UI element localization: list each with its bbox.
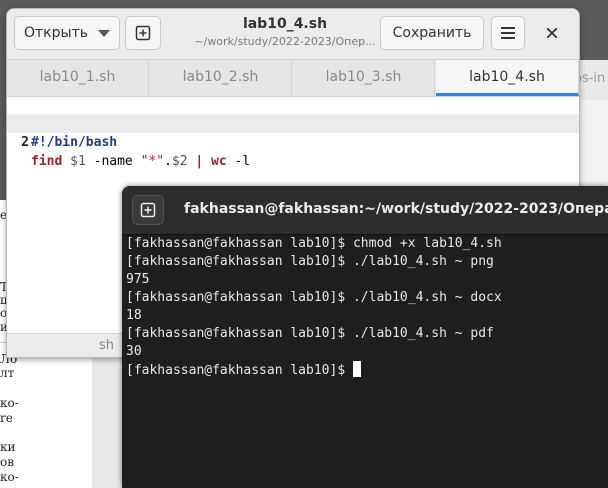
code-plain: -l xyxy=(226,154,251,169)
background-gutter xyxy=(92,355,122,488)
variable: $1 xyxy=(62,154,94,169)
open-label: Открыть xyxy=(24,25,88,41)
close-button[interactable] xyxy=(535,16,569,50)
tab-lab10-1[interactable]: lab10_1.sh xyxy=(7,60,149,96)
save-button[interactable]: Сохранить xyxy=(380,16,484,50)
terminal-prompt-line: [fakhassan@fakhassan lab10]$ xyxy=(126,361,606,379)
terminal-line: 30 xyxy=(126,344,142,359)
background-doc-text: ко- xyxy=(0,470,19,484)
tab-label: lab10_4.sh xyxy=(469,69,545,85)
save-label: Сохранить xyxy=(392,25,472,41)
keyword: find xyxy=(31,154,63,169)
terminal-cursor xyxy=(352,361,361,377)
new-document-button[interactable] xyxy=(125,16,161,50)
window-subtitle: ~/work/study/2022-2023/Опер... xyxy=(194,35,376,48)
tab-lab10-3[interactable]: lab10_3.sh xyxy=(293,60,435,96)
document-tabs: lab10_1.sh lab10_2.sh lab10_3.sh lab10_4… xyxy=(7,60,579,97)
tab-lab10-4[interactable]: lab10_4.sh xyxy=(436,60,579,96)
code-line-current: 2 find $1 -name "*".$2 | wc -l xyxy=(7,114,579,169)
new-tab-button[interactable] xyxy=(132,195,164,225)
hamburger-menu-icon xyxy=(501,27,515,39)
line-number: 2 xyxy=(21,135,29,150)
string: "*" xyxy=(140,154,165,169)
keyword: wc xyxy=(211,154,227,169)
terminal-line: [fakhassan@fakhassan lab10]$ ./lab10_4.s… xyxy=(126,326,494,341)
plus-square-icon xyxy=(135,25,151,41)
terminal-output[interactable]: [fakhassan@fakhassan lab10]$ chmod +x la… xyxy=(126,235,606,379)
code-plain: . xyxy=(164,154,172,169)
language-selector[interactable]: sh xyxy=(99,338,114,353)
terminal-line: [fakhassan@fakhassan lab10]$ ./lab10_4.s… xyxy=(126,254,494,269)
plus-square-icon xyxy=(140,202,156,218)
code-text: find $1 -name "*".$2 | wc -l xyxy=(31,152,250,171)
background-doc-text: ко- xyxy=(0,396,19,410)
terminal-header: fakhassan@fakhassan:~/work/study/2022-20… xyxy=(122,186,608,235)
open-button[interactable]: Открыть xyxy=(14,16,120,50)
background-doc-text: ов xyxy=(0,455,14,469)
header-bar: Открыть lab10_4.sh ~/work/study/2022-202… xyxy=(7,9,579,60)
variable: $2 xyxy=(171,154,188,169)
terminal-title: fakhassan@fakhassan:~/work/study/2022-20… xyxy=(184,201,608,217)
background-doc-text: re xyxy=(0,411,13,425)
terminal-line: 975 xyxy=(126,272,150,287)
pipe-operator: | xyxy=(187,154,212,169)
terminal-prompt: [fakhassan@fakhassan lab10]$ xyxy=(126,363,353,378)
background-doc-text: лт xyxy=(0,366,15,380)
code-plain: -name xyxy=(93,154,141,169)
chevron-down-icon xyxy=(97,29,110,37)
terminal-line: 18 xyxy=(126,308,142,323)
window-title: lab10_4.sh xyxy=(242,16,328,32)
code-line: 1 #!/bin/bash xyxy=(7,95,579,150)
menu-button[interactable] xyxy=(491,16,525,50)
tab-label: lab10_3.sh xyxy=(325,69,402,85)
background-doc-text: ки xyxy=(0,440,16,454)
tab-label: lab10_1.sh xyxy=(39,69,116,85)
terminal-line: [fakhassan@fakhassan lab10]$ chmod +x la… xyxy=(126,236,502,251)
terminal-line: [fakhassan@fakhassan lab10]$ ./lab10_4.s… xyxy=(126,290,502,305)
background-pane xyxy=(580,100,608,190)
tab-lab10-2[interactable]: lab10_2.sh xyxy=(150,60,292,96)
tab-label: lab10_2.sh xyxy=(182,69,259,85)
close-icon xyxy=(547,28,557,38)
terminal-window: fakhassan@fakhassan:~/work/study/2022-20… xyxy=(122,186,608,488)
